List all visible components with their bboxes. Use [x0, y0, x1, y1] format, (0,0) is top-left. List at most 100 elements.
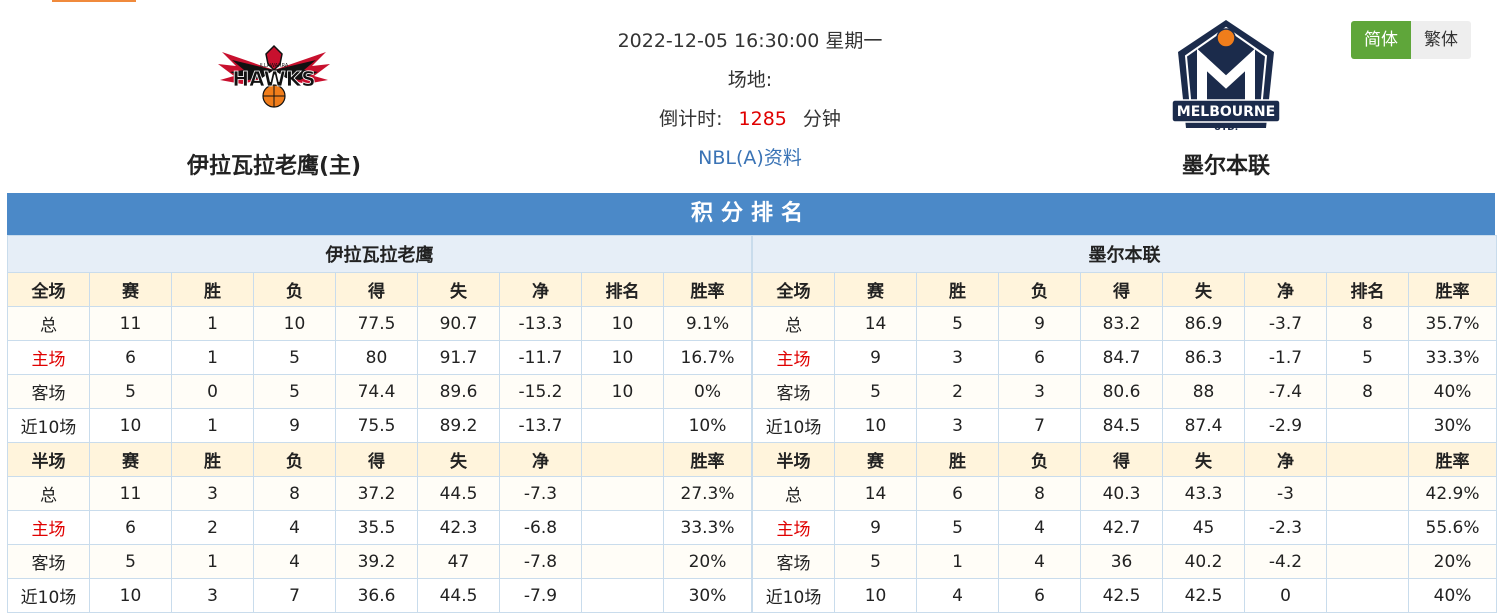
- away-team[interactable]: MELBOURNE UTD. 墨尔本联: [1096, 16, 1356, 180]
- table-cell: 9: [998, 306, 1082, 341]
- table-cell: 10: [581, 306, 664, 341]
- table-cell: 90.7: [417, 306, 500, 341]
- table-cell: 6: [998, 578, 1082, 613]
- table-cell: 0: [171, 374, 254, 409]
- table-cell: 10: [89, 408, 172, 443]
- table-cell: 3: [171, 476, 254, 511]
- table-cell: 5: [253, 340, 336, 375]
- simplified-chinese-button[interactable]: 简体: [1351, 21, 1411, 59]
- column-header-cell: 得: [1080, 272, 1164, 307]
- table-cell: 39.2: [335, 544, 418, 579]
- table-cell: 5: [1326, 340, 1410, 375]
- table-cell: [1326, 408, 1410, 443]
- column-header-cell: 净: [1244, 272, 1328, 307]
- table-cell: -4.2: [1244, 544, 1328, 579]
- table-cell: 8: [253, 476, 336, 511]
- table-cell: -6.8: [499, 510, 582, 545]
- table-cell: 4: [916, 578, 1000, 613]
- table-cell: 5: [89, 544, 172, 579]
- table-row: 近10场 10 3 7 36.6 44.5 -7.9 30%: [7, 578, 753, 613]
- table-cell: 35.5: [335, 510, 418, 545]
- column-header-cell: 半场: [7, 442, 90, 477]
- column-header-cell: 半场: [752, 442, 836, 477]
- table-cell: 8: [1326, 374, 1410, 409]
- table-cell: 2: [171, 510, 254, 545]
- team-header-cell: 伊拉瓦拉老鹰: [6, 235, 753, 273]
- table-cell: 89.2: [417, 408, 500, 443]
- table-cell: 14: [834, 476, 918, 511]
- language-switch: 简体 繁体: [1351, 21, 1471, 59]
- away-team-logo[interactable]: MELBOURNE UTD.: [1166, 16, 1286, 136]
- away-team-name[interactable]: 墨尔本联: [1096, 148, 1356, 180]
- table-cell: 1: [171, 306, 254, 341]
- table-cell: 84.7: [1080, 340, 1164, 375]
- table-cell: 42.9%: [1408, 476, 1497, 511]
- table-cell: 1: [171, 408, 254, 443]
- table-cell: 10: [581, 374, 664, 409]
- column-header-cell: 得: [1080, 442, 1164, 477]
- countdown-unit: 分钟: [802, 108, 841, 130]
- table-cell: -3.7: [1244, 306, 1328, 341]
- table-cell: 10: [253, 306, 336, 341]
- hawks-logo-icon: HAWKS ILLAWARRA: [218, 44, 330, 108]
- table-cell: 55.6%: [1408, 510, 1497, 545]
- table-cell: 10: [834, 408, 918, 443]
- match-header: HAWKS ILLAWARRA 伊拉瓦拉老鹰(主) 2022-12-05 16:…: [0, 0, 1497, 192]
- column-header-cell: 失: [1162, 272, 1246, 307]
- table-cell: 10: [89, 578, 172, 613]
- table-cell: 43.3: [1162, 476, 1246, 511]
- row-label-cell: 近10场: [7, 578, 90, 613]
- table-row: 总 14 5 9 83.2 86.9 -3.7 8 35.7%: [752, 306, 1497, 341]
- column-header-cell: 胜率: [1408, 442, 1497, 477]
- table-cell: 20%: [662, 544, 753, 579]
- home-standings-table: 伊拉瓦拉老鹰 全场赛胜负得失净排名 胜率总 11 1 10 77.5 90.7 -13.3 10 9…: [6, 235, 753, 613]
- team-header-row: 墨尔本联: [752, 235, 1497, 273]
- table-cell: 44.5: [417, 476, 500, 511]
- table-cell: 4: [998, 544, 1082, 579]
- row-label-cell: 客场: [752, 374, 836, 409]
- table-cell: 9: [253, 408, 336, 443]
- match-info: 2022-12-05 16:30:00 星期一 场地: 倒计时: 1285 分钟…: [540, 26, 960, 182]
- table-cell: 7: [998, 408, 1082, 443]
- standings-section: 积分排名 伊拉瓦拉老鹰 全场赛胜负得失净排名 胜率总 11 1 10 77.5 90.7 -13…: [6, 193, 1497, 613]
- table-row: 主场 9 3 6 84.7 86.3 -1.7 5 33.3%: [752, 340, 1497, 375]
- table-cell: 5: [834, 374, 918, 409]
- traditional-chinese-button[interactable]: 繁体: [1411, 21, 1471, 59]
- table-cell: [581, 408, 664, 443]
- table-cell: 74.4: [335, 374, 418, 409]
- table-cell: 4: [253, 544, 336, 579]
- table-row: 总 11 1 10 77.5 90.7 -13.3 10 9.1%: [7, 306, 753, 341]
- table-cell: 2: [916, 374, 1000, 409]
- table-cell: 30%: [1408, 408, 1497, 443]
- table-cell: 1: [171, 340, 254, 375]
- table-row: 主场 6 2 4 35.5 42.3 -6.8 33.3%: [7, 510, 753, 545]
- column-header-cell: 胜率: [1408, 272, 1497, 307]
- row-label-cell: 总: [7, 476, 90, 511]
- match-datetime: 2022-12-05 16:30:00 星期一: [617, 30, 883, 52]
- league-info-link[interactable]: NBL(A)资料: [698, 147, 802, 169]
- table-cell: -7.8: [499, 544, 582, 579]
- table-cell: 80.6: [1080, 374, 1164, 409]
- table-cell: 33.3%: [662, 510, 753, 545]
- home-team[interactable]: HAWKS ILLAWARRA 伊拉瓦拉老鹰(主): [144, 40, 404, 180]
- column-header-cell: 胜: [916, 272, 1000, 307]
- table-cell: [581, 510, 664, 545]
- table-cell: -7.9: [499, 578, 582, 613]
- home-team-logo[interactable]: HAWKS ILLAWARRA: [214, 40, 334, 112]
- row-label-cell: 客场: [7, 544, 90, 579]
- row-label-cell: 近10场: [7, 408, 90, 443]
- table-cell: 20%: [1408, 544, 1497, 579]
- table-cell: 84.5: [1080, 408, 1164, 443]
- table-cell: 5: [89, 374, 172, 409]
- row-label-cell: 主场: [752, 340, 836, 375]
- table-cell: 9.1%: [662, 306, 753, 341]
- table-cell: 91.7: [417, 340, 500, 375]
- table-cell: 45: [1162, 510, 1246, 545]
- column-header-cell: 排名: [581, 272, 664, 307]
- table-cell: 11: [89, 476, 172, 511]
- table-cell: 42.3: [417, 510, 500, 545]
- home-team-name[interactable]: 伊拉瓦拉老鹰(主): [144, 148, 404, 180]
- row-label-cell: 总: [752, 476, 836, 511]
- table-cell: 0: [1244, 578, 1328, 613]
- column-header-cell: 净: [1244, 442, 1328, 477]
